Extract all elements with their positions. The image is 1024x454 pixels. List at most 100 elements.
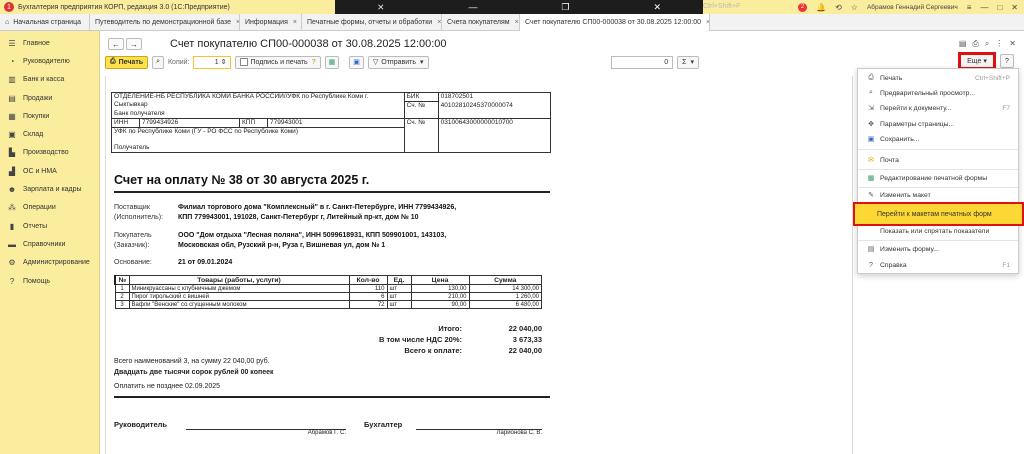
menu-item-print[interactable]: ⎙ Печать Ctrl+Shift+P (858, 71, 1018, 85)
save-button[interactable]: ▣ (349, 55, 364, 69)
menu-item-goto-document[interactable]: ⇲ Перейти к документу... F7 (858, 101, 1018, 115)
restore-icon[interactable]: ❐ (561, 2, 569, 13)
print-preview-icon[interactable]: ⎙ (972, 39, 978, 49)
sum-field[interactable]: 0 (611, 55, 674, 69)
close-tab-icon[interactable]: × (293, 19, 297, 26)
menu-shortcut: F7 (1002, 104, 1010, 112)
bell-icon[interactable]: 🔔 (816, 3, 826, 12)
preview-button[interactable]: ⌕ (152, 55, 164, 69)
menu-item-save[interactable]: ▣ Сохранить... (858, 132, 1018, 146)
sidebar-item-production[interactable]: ▙ Производство (0, 144, 99, 162)
goto-document-icon: ⇲ (868, 105, 874, 112)
back-button[interactable]: ← (108, 38, 124, 50)
tab-current-invoice[interactable]: Счет покупателю СП00-000038 от 30.08.202… (520, 14, 710, 31)
sidebar-item-help[interactable]: ? Помощь (0, 272, 99, 290)
close-tab-icon[interactable]: × (437, 19, 441, 26)
menu-item-mail[interactable]: ✉ Почта (858, 153, 1018, 167)
more-label: Еще (967, 57, 982, 65)
sidebar-item-sales[interactable]: ▤ Продажи (0, 89, 99, 107)
sidebar-item-assets[interactable]: ▟ ОС и НМА (0, 162, 99, 180)
menu-separator (858, 149, 1018, 150)
sidebar-item-manager[interactable]: ◔ Руководителю (0, 52, 99, 70)
close-window-icon[interactable]: ✕ (653, 2, 661, 13)
sidebar-item-warehouse[interactable]: ▣ Склад (0, 125, 99, 143)
print-button[interactable]: ⎙ Печать (105, 55, 149, 69)
close-tab-icon[interactable]: × (706, 19, 709, 26)
sign-checkbox[interactable] (239, 58, 248, 66)
mute-icon[interactable]: ⨯ (377, 2, 385, 13)
menu-item-help[interactable]: ? Справка F1 (858, 258, 1018, 272)
app-logo-icon: 1 (4, 2, 14, 12)
close-form-icon[interactable]: ✕ (1009, 39, 1016, 49)
sidebar-item-main[interactable]: ☰ Главное (0, 34, 99, 52)
close-button[interactable]: ✕ (1011, 3, 1018, 12)
tab-label: Информация (245, 19, 288, 26)
menu-item-page-settings[interactable]: ✥ Параметры страницы... (858, 117, 1018, 131)
menu-item-edit-print-form[interactable]: ▦ Редактирование печатной формы (858, 171, 1018, 185)
settings-icon[interactable]: ≡ (967, 3, 972, 12)
sidebar-item-admin[interactable]: ⚙ Администрирование (0, 254, 99, 272)
notification-badge[interactable]: 2 (798, 2, 808, 12)
buyer-label: Покупатель (114, 232, 152, 239)
report-settings-icon[interactable]: ▤ (959, 39, 967, 49)
more-menu: ⎙ Печать Ctrl+Shift+P ⌕ Предварительный про… (853, 68, 1024, 274)
tab-guide[interactable]: Путеводитель по демонстрационной базе × (90, 14, 240, 31)
sidebar-item-label: Склад (23, 131, 44, 139)
inn-value: 7799434926 (139, 117, 240, 128)
sidebar-item-bank[interactable]: ▥ Банк и касса (0, 71, 99, 89)
more-button[interactable]: Еще ▾ (958, 52, 996, 70)
minimize-icon[interactable]: — (468, 2, 477, 12)
search-icon[interactable]: ⌕ (985, 39, 989, 49)
maximize-button[interactable]: □ (997, 3, 1002, 12)
sum-button[interactable]: Σ ▾ (677, 55, 699, 69)
help-button[interactable]: ? (1000, 54, 1014, 68)
building-icon: ▟ (8, 166, 16, 176)
inn-label: ИНН (111, 117, 140, 128)
mail-icon: ✉ (868, 157, 874, 164)
menu-item-preview[interactable]: ⌕ Предварительный просмотр... (858, 86, 1018, 100)
minimize-button[interactable]: — (980, 3, 988, 12)
cart-icon: ▤ (8, 93, 16, 103)
send-icon: ▽ (372, 59, 379, 66)
sidebar-item-salary[interactable]: ☻ Зарплата и кадры (0, 180, 99, 198)
total-value: 22 040,00 (508, 324, 542, 333)
menu-item-change-layout[interactable]: ✎ Изменить макет (858, 188, 1018, 202)
home-icon: ⌂ (5, 19, 10, 26)
history-icon[interactable]: ⟲ (835, 3, 842, 12)
sidebar-item-reports[interactable]: ▮ Отчеты (0, 217, 99, 235)
sidebar-item-label: Руководителю (23, 57, 70, 65)
sidebar-item-operations[interactable]: ⁂ Операции (0, 199, 99, 217)
row-number: 2 (114, 292, 130, 301)
tab-buyer-invoices[interactable]: Счета покупателям × (442, 14, 520, 31)
star-icon[interactable]: ☆ (851, 3, 858, 12)
sidebar-item-purchases[interactable]: ▦ Покупки (0, 107, 99, 125)
sign-stamp-toggle[interactable]: Подпись и печать? (234, 55, 321, 69)
item-unit: шт (386, 292, 412, 301)
magnifier-icon: ⌕ (156, 58, 160, 65)
menu-item-toggle-indicators[interactable]: Показать или спрятать показатели (858, 224, 1018, 238)
total-label: Итого: (438, 324, 462, 333)
sidebar-item-catalogs[interactable]: ▬ Справочники (0, 235, 99, 253)
more-vertical-icon[interactable]: ⋮ (995, 39, 1003, 49)
stepper-icon[interactable]: ⇕ (221, 58, 227, 66)
menu-item-label: Справка (880, 261, 907, 269)
send-button[interactable]: ▽ Отправить ▾ (367, 55, 429, 69)
tab-home[interactable]: ⌂ Начальная страница (0, 14, 90, 31)
edit-button[interactable]: ▦ (324, 55, 340, 69)
tab-label: Путеводитель по демонстрационной базе (95, 19, 232, 26)
head-name: Абрамов Г. С. (307, 430, 346, 436)
copies-input[interactable]: 1 ⇕ (192, 55, 231, 69)
menu-item-goto-layouts[interactable]: Перейти к макетам печатных форм (853, 202, 1024, 226)
table-row: 1 Миникруассаны с клубничным джемом 110 … (114, 284, 542, 293)
account-label: Сч. № (403, 117, 439, 153)
chevron-down-icon: ▾ (983, 58, 987, 65)
menu-shortcut: Ctrl+Shift+P (974, 74, 1010, 82)
close-tab-icon[interactable]: × (515, 19, 519, 26)
tab-info[interactable]: Информация × (240, 14, 302, 31)
user-name[interactable]: Абрамов Геннадий Сергеевич (867, 4, 958, 11)
sidebar-item-label: Операции (23, 204, 56, 212)
menu-item-change-form[interactable]: ▤ Изменить форму... (858, 242, 1018, 256)
forward-button[interactable]: → (126, 38, 142, 50)
tab-print-forms[interactable]: Печатные формы, отчеты и обработки × (302, 14, 442, 31)
question-icon[interactable]: ? (312, 59, 316, 66)
